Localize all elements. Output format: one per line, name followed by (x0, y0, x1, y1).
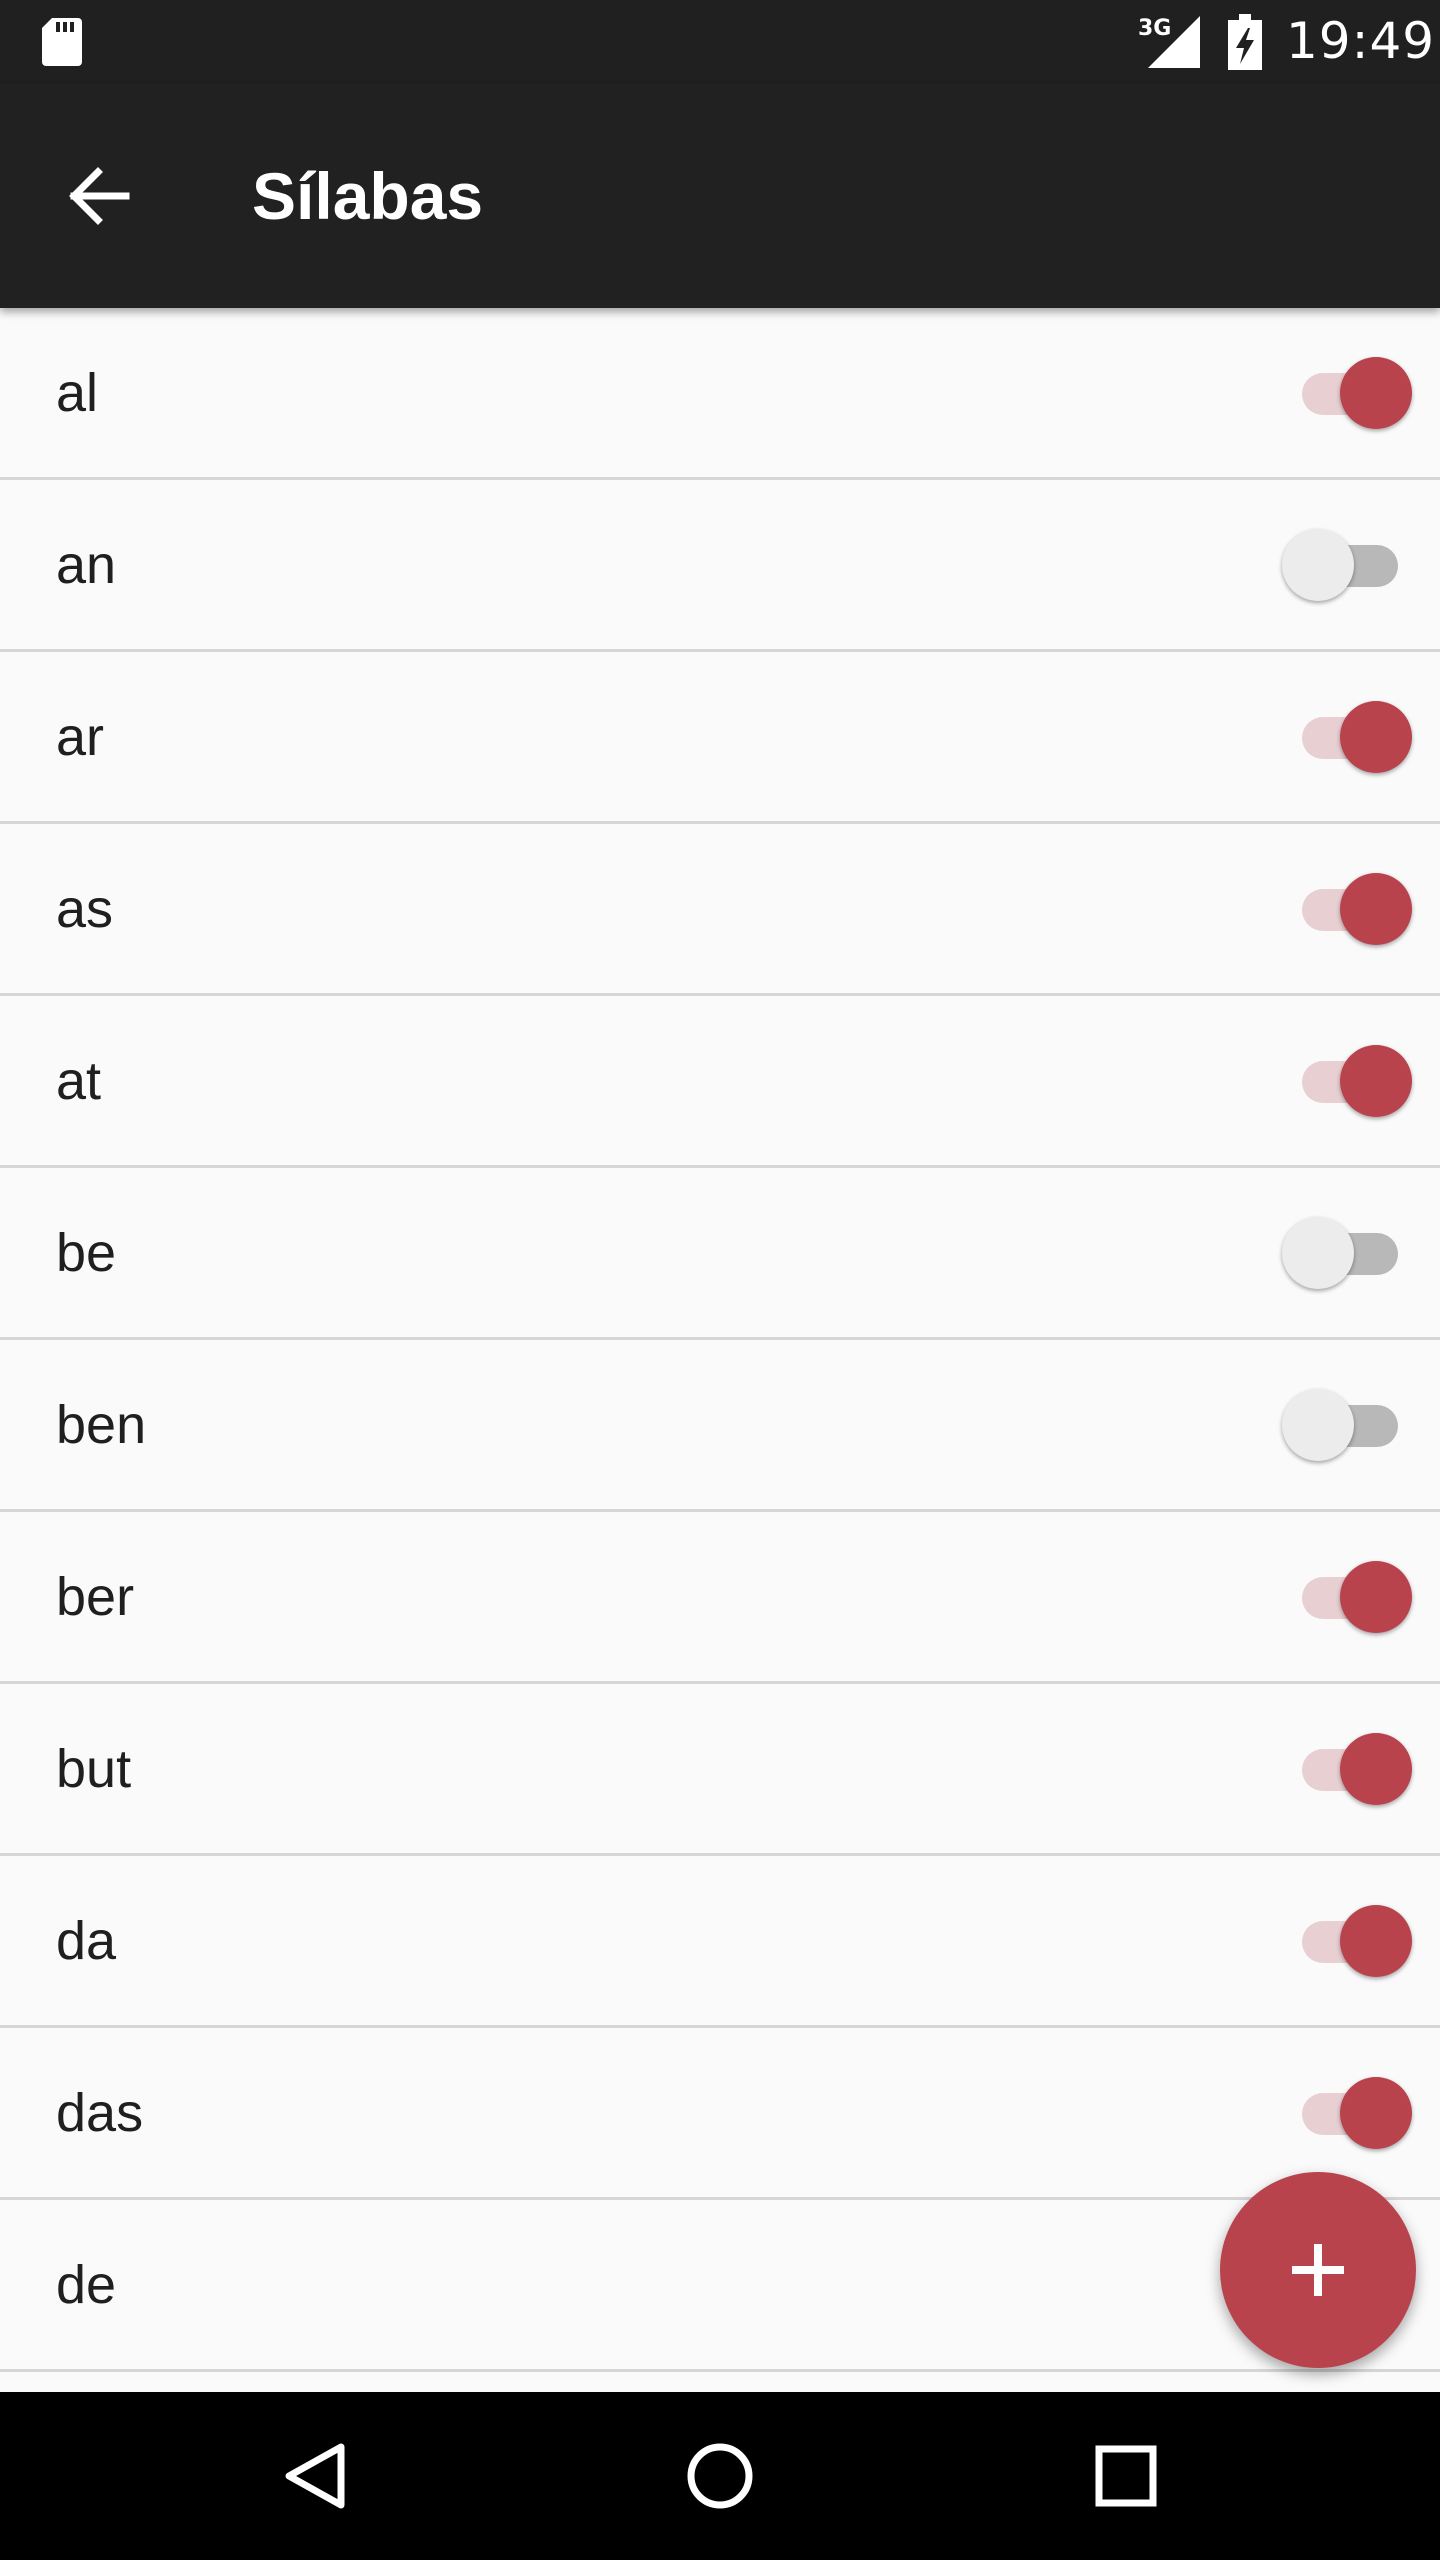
back-button[interactable] (54, 150, 146, 242)
list-item[interactable]: al (0, 308, 1440, 480)
list-item[interactable]: ar (0, 652, 1440, 824)
switch-thumb (1340, 872, 1412, 945)
switch-thumb (1340, 1560, 1412, 1633)
syllable-label: an (56, 534, 117, 595)
nav-home-button[interactable] (670, 2426, 770, 2526)
list-item[interactable]: da (0, 1856, 1440, 2028)
page-title: Sílabas (252, 159, 484, 233)
syllable-toggle-switch[interactable] (1282, 1729, 1412, 1809)
list-item[interactable]: at (0, 996, 1440, 1168)
switch-thumb (1340, 356, 1412, 429)
switch-thumb (1340, 2076, 1412, 2149)
navigation-bar (0, 2392, 1440, 2560)
sd-card-icon (42, 18, 82, 66)
battery-charging-icon (1228, 14, 1262, 70)
switch-thumb (1340, 1044, 1412, 1117)
syllable-toggle-switch[interactable] (1282, 2073, 1412, 2153)
arrow-left-icon (69, 167, 130, 225)
syllable-label: de (56, 2254, 117, 2315)
syllable-toggle-switch[interactable] (1282, 1213, 1412, 1293)
syllable-label: at (56, 1050, 102, 1111)
list-item[interactable]: ber (0, 1512, 1440, 1684)
switch-thumb (1340, 1904, 1412, 1977)
list-item[interactable]: as (0, 824, 1440, 996)
switch-thumb (1282, 1216, 1354, 1289)
switch-thumb (1340, 700, 1412, 773)
list-item[interactable]: but (0, 1684, 1440, 1856)
plus-icon (1292, 2244, 1344, 2296)
syllable-toggle-switch[interactable] (1282, 1385, 1412, 1465)
switch-thumb (1282, 1388, 1354, 1461)
syllable-list: al an ar as at be ben ber but da das de (0, 308, 1440, 2392)
syllable-label: ber (56, 1566, 135, 1627)
toolbar: Sílabas (0, 84, 1440, 308)
syllable-label: al (56, 362, 99, 423)
list-item[interactable]: das (0, 2028, 1440, 2200)
syllable-toggle-switch[interactable] (1282, 353, 1412, 433)
list-item[interactable]: an (0, 480, 1440, 652)
syllable-label: ar (56, 706, 105, 767)
list-item[interactable]: ben (0, 1340, 1440, 1512)
home-circle-icon (687, 2443, 753, 2509)
syllable-toggle-switch[interactable] (1282, 1557, 1412, 1637)
nav-recents-button[interactable] (1076, 2426, 1176, 2526)
syllable-toggle-switch[interactable] (1282, 1041, 1412, 1121)
nav-back-button[interactable] (266, 2426, 366, 2526)
syllable-label: das (56, 2082, 144, 2143)
syllable-label: but (56, 1738, 132, 1799)
screen: 3G 19:49 Sílabas al an ar as at be ben ber but da… (0, 0, 1440, 2560)
switch-thumb (1282, 528, 1354, 601)
syllable-toggle-switch[interactable] (1282, 697, 1412, 777)
syllable-label: be (56, 1222, 117, 1283)
switch-thumb (1340, 1732, 1412, 1805)
syllable-label: as (56, 878, 114, 939)
list-item[interactable]: be (0, 1168, 1440, 1340)
add-syllable-button[interactable] (1220, 2172, 1416, 2368)
back-triangle-icon (285, 2443, 345, 2509)
syllable-label: ben (56, 1394, 147, 1455)
syllable-toggle-switch[interactable] (1282, 1901, 1412, 1981)
syllable-toggle-switch[interactable] (1282, 869, 1412, 949)
status-clock: 19:49 (1286, 12, 1436, 70)
syllable-label: da (56, 1910, 117, 1971)
signal-icon (1148, 16, 1200, 68)
status-bar: 3G 19:49 (0, 0, 1440, 84)
syllable-toggle-switch[interactable] (1282, 525, 1412, 605)
recents-square-icon (1095, 2445, 1157, 2507)
